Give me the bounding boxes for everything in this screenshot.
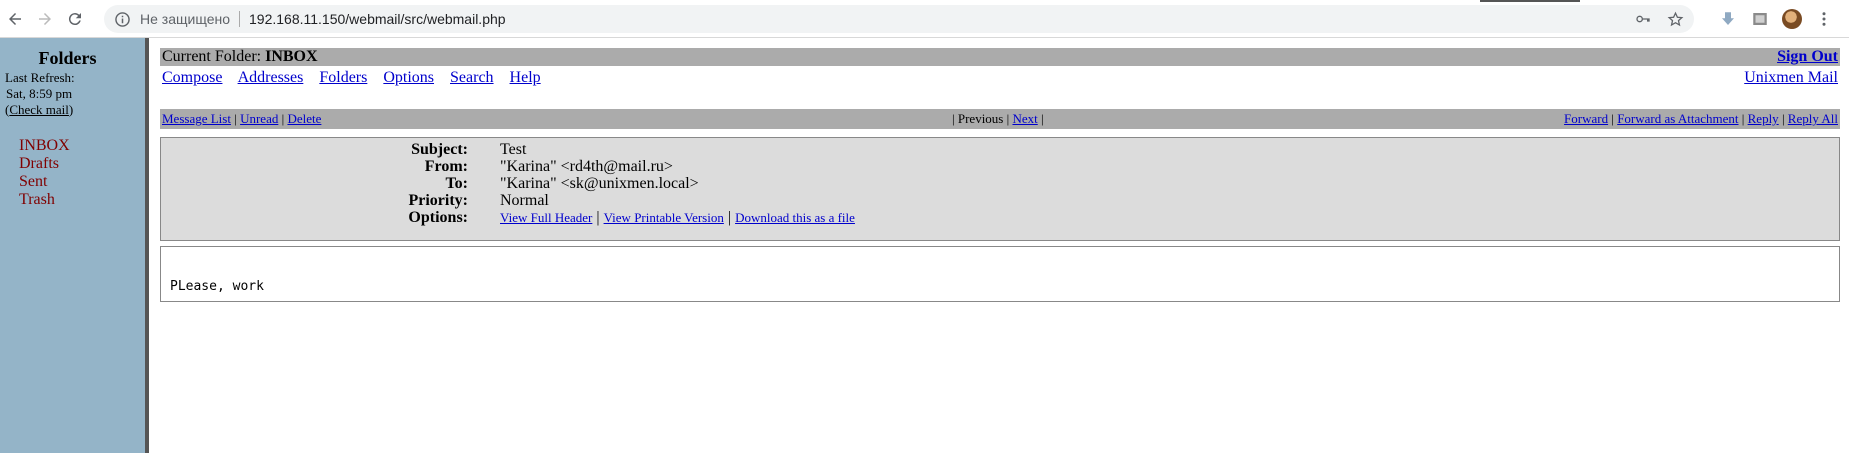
message-body: PLease, work	[160, 246, 1840, 302]
folder-trash[interactable]: Trash	[19, 191, 145, 209]
reply-link[interactable]: Reply	[1748, 111, 1779, 126]
from-row: From: "Karina" <rd4th@mail.ru>	[161, 158, 1839, 175]
to-label: To:	[445, 175, 468, 192]
unread-link[interactable]: Unread	[240, 111, 278, 126]
menu-options[interactable]: Options	[383, 69, 434, 86]
download-extension-icon[interactable]	[1717, 8, 1739, 30]
to-value: "Karina" <sk@unixmen.local>	[500, 175, 699, 192]
message-headers: Subject: Test From: "Karina" <rd4th@mail…	[160, 137, 1840, 241]
priority-row: Priority: Normal	[161, 192, 1839, 209]
current-folder-bar: Current Folder: INBOX Sign Out	[160, 48, 1840, 66]
previous-label: Previous	[957, 111, 1004, 126]
screenshot-extension-icon[interactable]	[1749, 8, 1771, 30]
view-printable-link[interactable]: View Printable Version	[604, 210, 724, 225]
omnibox-divider	[239, 11, 240, 27]
browser-toolbar: Не защищено 192.168.11.150/webmail/src/w…	[0, 0, 1849, 38]
sign-out-link[interactable]: Sign Out	[1777, 48, 1838, 66]
to-row: To: "Karina" <sk@unixmen.local>	[161, 175, 1839, 192]
main-menu: Compose Addresses Folders Options Search…	[162, 69, 553, 87]
subject-row: Subject: Test	[161, 141, 1839, 158]
url-text[interactable]: 192.168.11.150/webmail/src/webmail.php	[249, 11, 506, 27]
message-body-text: PLease, work	[170, 279, 264, 294]
subject-label: Subject:	[411, 141, 468, 158]
priority-label: Priority:	[408, 192, 468, 209]
menu-compose[interactable]: Compose	[162, 69, 222, 86]
check-mail-link[interactable]: Check mail	[9, 102, 69, 117]
forward-icon[interactable]	[34, 8, 56, 30]
options-row: Options: View Full Header | View Printab…	[161, 209, 1839, 226]
menu-dots-icon[interactable]	[1813, 8, 1835, 30]
profile-avatar[interactable]	[1781, 8, 1803, 30]
info-icon[interactable]	[114, 11, 130, 27]
folder-drafts[interactable]: Drafts	[19, 155, 145, 173]
from-label: From:	[424, 158, 468, 175]
folder-sent[interactable]: Sent	[19, 173, 145, 191]
options-label: Options:	[408, 209, 468, 226]
menu-search[interactable]: Search	[450, 69, 494, 86]
menu-folders[interactable]: Folders	[319, 69, 367, 86]
folders-title: Folders	[38, 48, 97, 68]
refresh-info: Last Refresh: Sat, 8:59 pm (Check mail)	[5, 70, 145, 118]
current-folder-name: INBOX	[265, 48, 318, 65]
priority-value: Normal	[500, 192, 549, 209]
back-icon[interactable]	[4, 8, 26, 30]
subject-value: Test	[500, 141, 527, 158]
forward-link[interactable]: Forward	[1564, 111, 1608, 126]
security-label: Не защищено	[140, 11, 230, 27]
view-full-header-link[interactable]: View Full Header	[500, 210, 592, 225]
reply-all-link[interactable]: Reply All	[1788, 111, 1838, 126]
from-value: "Karina" <rd4th@mail.ru>	[500, 158, 673, 175]
last-refresh-label: Last Refresh:	[5, 70, 75, 85]
key-icon[interactable]	[1634, 10, 1652, 28]
folder-inbox[interactable]: INBOX	[19, 137, 145, 155]
loading-indicator	[1480, 0, 1580, 2]
menu-addresses[interactable]: Addresses	[238, 69, 304, 86]
reload-icon[interactable]	[64, 8, 86, 30]
last-refresh-value: Sat, 8:59 pm	[6, 86, 73, 101]
message-action-bar: Message List | Unread | Delete | Previou…	[160, 109, 1840, 129]
options-links: View Full Header | View Printable Versio…	[500, 209, 855, 226]
star-icon[interactable]	[1666, 10, 1684, 28]
delete-link[interactable]: Delete	[287, 111, 321, 126]
next-link[interactable]: Next	[1012, 111, 1037, 126]
address-bar[interactable]: Не защищено 192.168.11.150/webmail/src/w…	[104, 5, 1694, 33]
current-folder-label: Current Folder:	[162, 48, 262, 65]
folder-list: INBOX Drafts Sent Trash	[19, 137, 145, 209]
menu-help[interactable]: Help	[510, 69, 541, 86]
forward-attachment-link[interactable]: Forward as Attachment	[1617, 111, 1738, 126]
folder-sidebar: Folders Last Refresh: Sat, 8:59 pm (Chec…	[0, 38, 149, 453]
brand-link[interactable]: Unixmen Mail	[1744, 69, 1838, 87]
message-list-link[interactable]: Message List	[162, 111, 231, 126]
download-file-link[interactable]: Download this as a file	[735, 210, 855, 225]
